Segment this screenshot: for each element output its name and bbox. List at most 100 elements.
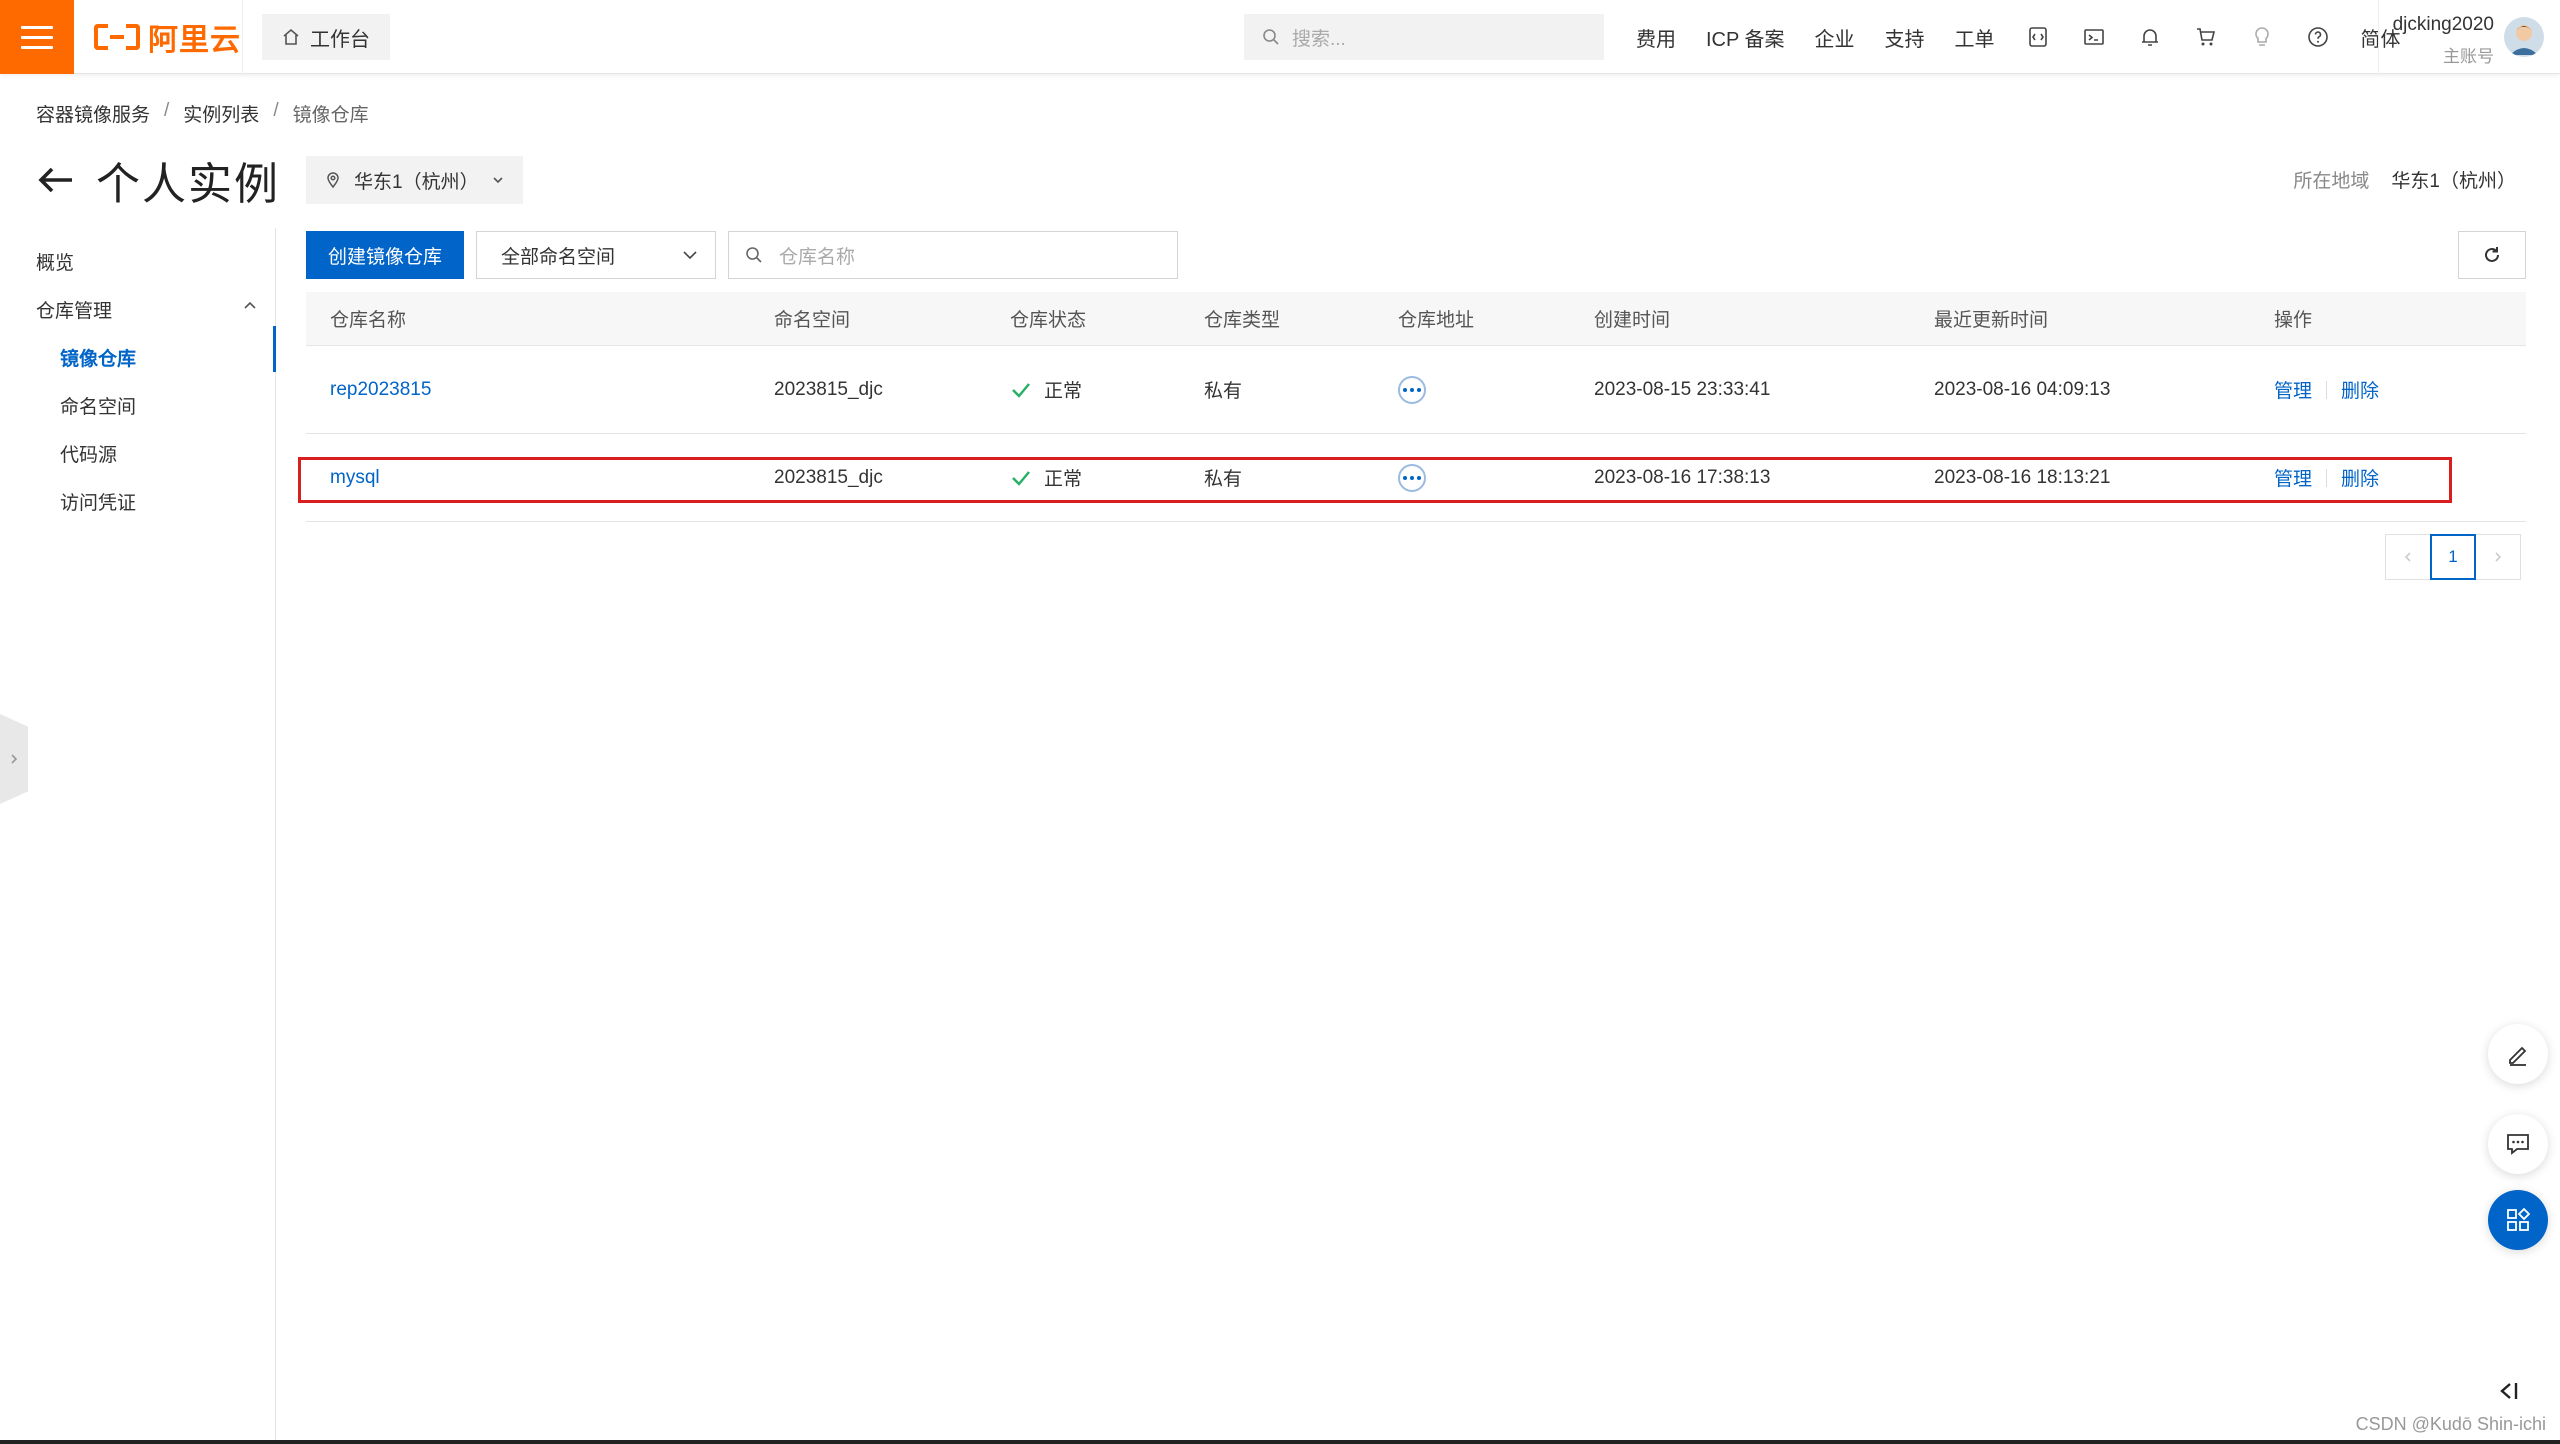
region-value: 华东1（杭州） bbox=[2391, 171, 2516, 192]
delete-link[interactable]: 删除 bbox=[2341, 376, 2379, 403]
help-icon[interactable] bbox=[2305, 24, 2331, 50]
delete-link[interactable]: 删除 bbox=[2341, 464, 2379, 491]
page-number-button[interactable]: 1 bbox=[2430, 534, 2476, 580]
apps-icon bbox=[2507, 1207, 2531, 1231]
refresh-icon bbox=[2485, 247, 2499, 262]
search-placeholder: 搜索... bbox=[1292, 28, 1346, 50]
sidebar-item-namespace[interactable]: 命名空间 bbox=[60, 392, 136, 419]
type-cell: 私有 bbox=[1204, 469, 1243, 490]
cart-icon[interactable] bbox=[2193, 24, 2219, 50]
breadcrumb: 容器镜像服务 / 实例列表 / 镜像仓库 bbox=[36, 100, 369, 127]
divider bbox=[242, 0, 243, 74]
avatar[interactable] bbox=[2504, 17, 2544, 57]
region-info: 所在地域 华东1（杭州） bbox=[2293, 166, 2516, 193]
chat-button[interactable] bbox=[2488, 1114, 2548, 1174]
repo-name-search-input[interactable]: 仓库名称 bbox=[728, 231, 1178, 279]
more-icon[interactable] bbox=[1398, 463, 1426, 492]
address-cell bbox=[1398, 346, 1426, 433]
sidebar-item-code-source[interactable]: 代码源 bbox=[60, 440, 117, 467]
hamburger-menu-button[interactable] bbox=[0, 0, 74, 74]
location-pin-icon bbox=[327, 172, 339, 189]
chevron-up-icon[interactable] bbox=[242, 298, 258, 314]
create-repo-button[interactable]: 创建镜像仓库 bbox=[306, 231, 464, 279]
sidebar-item-access-credential[interactable]: 访问凭证 bbox=[60, 488, 136, 515]
breadcrumb-separator: / bbox=[273, 100, 279, 121]
collapse-panel-icon[interactable] bbox=[2494, 1376, 2524, 1406]
check-icon bbox=[1012, 382, 1030, 398]
status-text: 正常 bbox=[1044, 469, 1083, 490]
nav-link-billing[interactable]: 费用 bbox=[1636, 23, 1676, 52]
status-cell: 正常 bbox=[1010, 346, 1082, 433]
edit-feedback-button[interactable] bbox=[2488, 1024, 2548, 1084]
namespace-cell: 2023815_djc bbox=[774, 466, 883, 488]
namespace-select-value: 全部命名空间 bbox=[501, 246, 616, 268]
column-header-updated: 最近更新时间 bbox=[1934, 310, 2049, 331]
manage-link[interactable]: 管理 bbox=[2274, 464, 2312, 491]
repo-table: 仓库名称 命名空间 仓库状态 仓库类型 仓库地址 创建时间 最近更新时间 操作 … bbox=[306, 292, 2526, 522]
workbench-button[interactable]: 工作台 bbox=[262, 14, 390, 60]
workbench-label: 工作台 bbox=[310, 28, 370, 51]
sidebar-active-indicator bbox=[273, 326, 276, 372]
user-account[interactable]: djcking2020 主账号 bbox=[2392, 14, 2494, 67]
bell-icon[interactable] bbox=[2137, 24, 2163, 50]
column-header-actions: 操作 bbox=[2274, 310, 2313, 331]
repo-name-link[interactable]: mysql bbox=[330, 434, 380, 521]
chevron-right-icon bbox=[2495, 552, 2502, 562]
column-header-created: 创建时间 bbox=[1594, 310, 1671, 331]
aliyun-logo[interactable]: 阿里云 bbox=[94, 18, 241, 57]
divider bbox=[2378, 0, 2379, 74]
check-icon bbox=[1012, 470, 1030, 486]
column-header-type: 仓库类型 bbox=[1204, 310, 1281, 331]
region-select[interactable]: 华东1（杭州） bbox=[306, 156, 523, 204]
table-header: 仓库名称 命名空间 仓库状态 仓库类型 仓库地址 创建时间 最近更新时间 操作 bbox=[306, 292, 2526, 346]
expand-sidebar-tab[interactable] bbox=[0, 714, 28, 804]
nav-link-enterprise[interactable]: 企业 bbox=[1815, 23, 1855, 52]
breadcrumb-separator: / bbox=[164, 100, 170, 121]
refresh-button[interactable] bbox=[2458, 231, 2526, 279]
chevron-down-icon bbox=[683, 251, 697, 260]
menu-line bbox=[21, 35, 53, 39]
column-header-name: 仓库名称 bbox=[330, 310, 407, 331]
chat-icon bbox=[2507, 1134, 2529, 1155]
nav-link-ticket[interactable]: 工单 bbox=[1955, 23, 1995, 52]
prev-page-button[interactable] bbox=[2385, 534, 2431, 580]
action-separator bbox=[2326, 380, 2328, 399]
column-header-address: 仓库地址 bbox=[1398, 310, 1475, 331]
namespace-select[interactable]: 全部命名空间 bbox=[476, 231, 716, 279]
top-navigation-bar: 阿里云 工作台 搜索... 费用 ICP 备案 企业 支持 工单 简体 djck… bbox=[0, 0, 2560, 74]
actions-cell: 管理 删除 bbox=[2274, 346, 2379, 433]
table-row: mysql 2023815_djc 正常 私有 2023-08-16 17:38… bbox=[306, 434, 2526, 522]
next-page-button[interactable] bbox=[2475, 534, 2521, 580]
breadcrumb-item[interactable]: 容器镜像服务 bbox=[36, 100, 150, 127]
account-role: 主账号 bbox=[2443, 47, 2494, 66]
sidebar-item-overview[interactable]: 概览 bbox=[36, 248, 74, 275]
sidebar-item-image-repo[interactable]: 镜像仓库 bbox=[60, 344, 136, 371]
region-label: 所在地域 bbox=[2293, 171, 2370, 192]
chevron-right-icon bbox=[11, 754, 18, 764]
aliyun-logo-icon bbox=[94, 24, 140, 50]
created-cell: 2023-08-16 17:38:13 bbox=[1594, 466, 1771, 488]
breadcrumb-current: 镜像仓库 bbox=[292, 105, 369, 126]
chevron-left-icon bbox=[2404, 552, 2411, 562]
nav-link-support[interactable]: 支持 bbox=[1885, 23, 1925, 52]
lightbulb-icon[interactable] bbox=[2249, 24, 2275, 50]
pagination: 1 bbox=[2385, 534, 2521, 580]
updated-cell: 2023-08-16 04:09:13 bbox=[1934, 378, 2111, 400]
manage-link[interactable]: 管理 bbox=[2274, 376, 2312, 403]
watermark: CSDN @Kudō Shin-ichi bbox=[2355, 1414, 2546, 1434]
more-icon[interactable] bbox=[1398, 375, 1426, 404]
nav-link-icp[interactable]: ICP 备案 bbox=[1706, 23, 1785, 52]
cloud-shell-icon[interactable] bbox=[2081, 24, 2107, 50]
repo-search-placeholder: 仓库名称 bbox=[779, 246, 856, 268]
app-grid-button[interactable] bbox=[2488, 1190, 2548, 1250]
breadcrumb-item[interactable]: 实例列表 bbox=[183, 100, 259, 127]
repo-name-link[interactable]: rep2023815 bbox=[330, 346, 431, 433]
address-cell bbox=[1398, 434, 1426, 521]
global-search-input[interactable]: 搜索... bbox=[1244, 14, 1604, 60]
openapi-icon[interactable] bbox=[2025, 24, 2051, 50]
sidebar-group-repo-management[interactable]: 仓库管理 bbox=[36, 296, 112, 323]
namespace-cell: 2023815_djc bbox=[774, 378, 883, 400]
type-cell: 私有 bbox=[1204, 381, 1243, 402]
page-header: 个人实例 华东1（杭州） bbox=[34, 148, 523, 212]
back-arrow-icon[interactable] bbox=[34, 158, 78, 202]
